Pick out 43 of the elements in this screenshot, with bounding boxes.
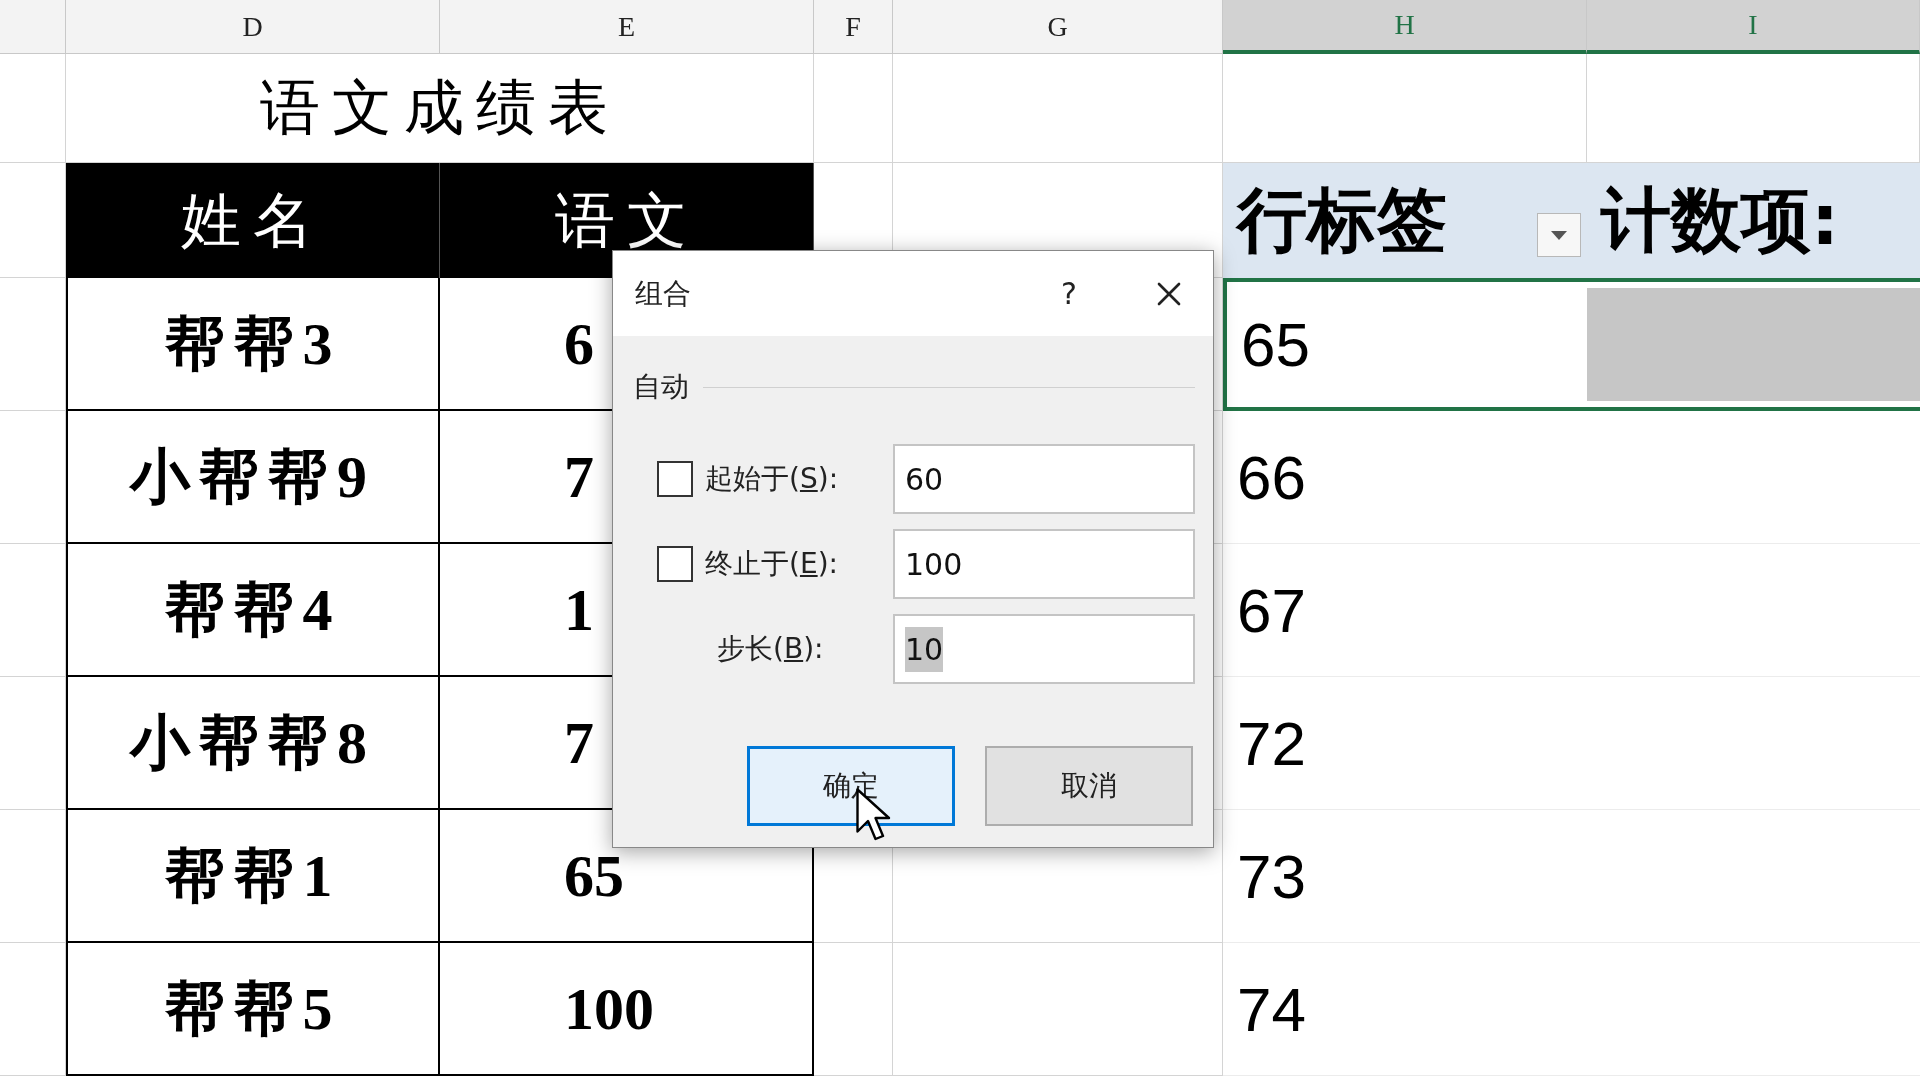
table-cell-text: 65 xyxy=(564,841,624,911)
field-label: 终止于(E): xyxy=(705,546,838,582)
group-label: 自动 xyxy=(633,369,689,405)
field-label: 步长(B): xyxy=(717,631,824,667)
table-cell-text: 帮帮3 xyxy=(164,309,342,379)
cancel-button[interactable]: 取消 xyxy=(985,746,1193,826)
column-header[interactable]: H xyxy=(1223,0,1587,54)
table-cell-text: 小帮帮9 xyxy=(130,442,376,512)
selected-cell[interactable] xyxy=(1587,278,1920,411)
column-header[interactable]: I xyxy=(1587,0,1920,54)
help-button[interactable]: ? xyxy=(1061,271,1077,316)
input-field[interactable]: 100 xyxy=(893,529,1195,599)
dropdown-arrow-icon xyxy=(1551,230,1567,240)
pivot-row-cell[interactable]: 66 xyxy=(1223,411,1587,544)
column-header[interactable]: D xyxy=(66,0,440,54)
table-cell-text: 帮帮5 xyxy=(164,974,342,1044)
table-cell-text: 6 xyxy=(564,309,594,379)
table-title: 语文成绩表 xyxy=(259,74,620,143)
column-header[interactable]: E xyxy=(440,0,814,54)
checkbox[interactable] xyxy=(657,461,693,497)
dialog-title: 组合 xyxy=(635,275,691,312)
table-cell-text: 7 xyxy=(564,442,594,512)
input-field[interactable]: 60 xyxy=(893,444,1195,514)
table-cell-text: 100 xyxy=(564,974,654,1044)
pivot-row-cell[interactable]: 73 xyxy=(1223,810,1587,943)
pivot-row-cell[interactable]: 74 xyxy=(1223,943,1587,1076)
checkbox[interactable] xyxy=(657,546,693,582)
table-cell-text: 1 xyxy=(564,575,594,645)
table-cell-text: 7 xyxy=(564,708,594,778)
pivot-heading: 计数项: xyxy=(1601,185,1839,255)
table-cell-text: 帮帮1 xyxy=(164,841,342,911)
pivot-row-cell[interactable]: 67 xyxy=(1223,544,1587,677)
column-heading: 姓名 xyxy=(66,163,440,278)
column-header[interactable]: G xyxy=(893,0,1223,54)
column-header[interactable]: F xyxy=(814,0,893,54)
field-label: 起始于(S): xyxy=(705,461,839,497)
pivot-row-cell[interactable]: 72 xyxy=(1223,677,1587,810)
table-cell-text: 帮帮4 xyxy=(164,575,342,645)
table-cell-text: 小帮帮8 xyxy=(130,708,376,778)
pivot-row-cell[interactable]: 65 xyxy=(1223,278,1587,411)
filter-dropdown-button[interactable] xyxy=(1537,213,1581,257)
input-field[interactable]: 10 xyxy=(893,614,1195,684)
pivot-heading: 行标签 xyxy=(1237,185,1447,255)
